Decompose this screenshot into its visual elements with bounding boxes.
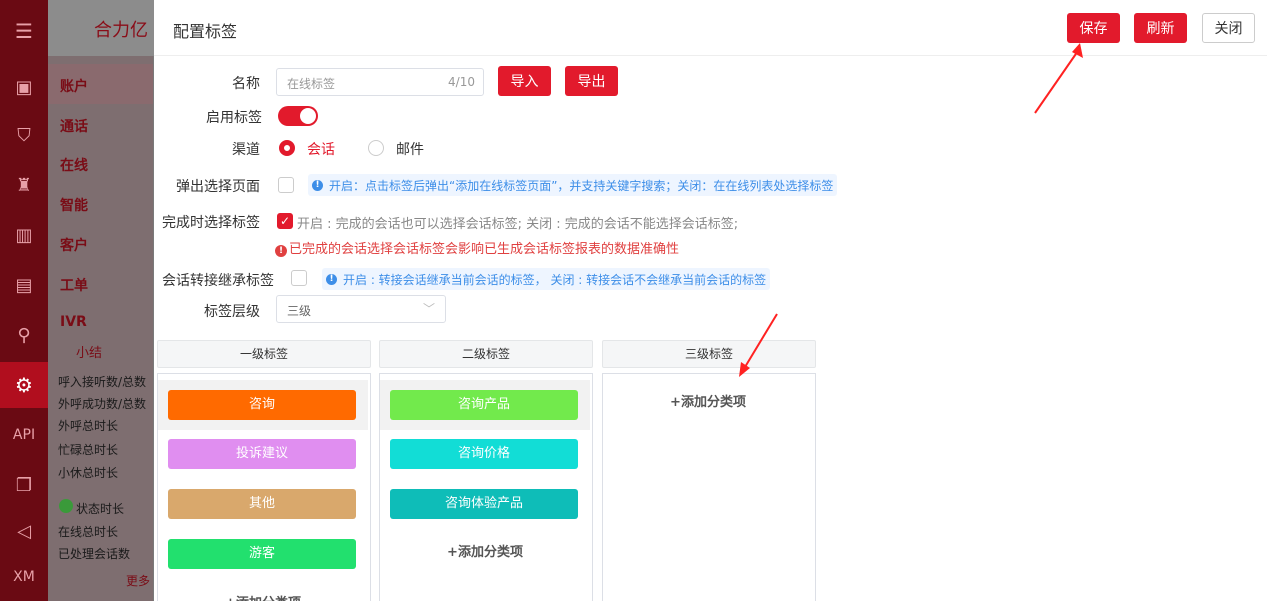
xm-nav[interactable]: XM [0,554,48,600]
status-ok-icon [59,499,73,513]
refresh-button[interactable]: 刷新 [1134,13,1187,43]
info-icon: ! [326,273,337,285]
org-tree-icon[interactable]: ⚲ [0,312,48,358]
channel-email-label[interactable]: 邮件 [396,139,424,159]
monitor-icon[interactable]: ▣ [0,64,48,110]
bg-stat: 外呼成功数/总数 [58,397,147,411]
book-icon[interactable]: ❐ [0,462,48,508]
name-label: 名称 [232,76,260,92]
switch-knob [300,108,316,124]
drawer-header: 配置标签 保存 刷新 关闭 [154,0,1267,56]
bg-stat: 在线总时长 [58,525,119,539]
tag-item[interactable]: 咨询产品 [390,390,578,420]
megaphone-icon[interactable]: ◁ [0,508,48,554]
tag-level-label: 标签层级 [204,304,260,320]
channel-email-radio[interactable] [368,140,384,156]
bg-stat: 状态时长 [76,502,125,516]
bg-nav-customer: 客户 [60,238,88,254]
bg-summary-title: 小结 [76,346,103,361]
tag-item[interactable]: 投诉建议 [168,439,356,469]
channel-label: 渠道 [232,142,260,158]
tag-item[interactable]: 咨询 [168,390,356,420]
bg-stat: 小休总时长 [58,466,119,480]
popup-select-label: 弹出选择页面 [176,179,260,195]
close-button[interactable]: 关闭 [1202,13,1255,43]
annotation-arrow-save [1034,43,1083,114]
warning-icon: ! [275,245,287,257]
level1-header: 一级标签 [157,340,371,368]
channel-chat-radio[interactable] [279,140,295,156]
complete-select-desc: 开启 : 完成的会话也可以选择会话标签; 关闭 : 完成的会话不能选择会话标签; [297,217,739,232]
tag-level-select[interactable]: 三级 ﹀ [276,295,446,323]
bg-more-link: 更多 [126,574,151,588]
bg-stat: 外呼总时长 [58,419,119,433]
complete-select-checkbox[interactable]: ✓ [277,213,293,229]
gear-icon[interactable]: ⚙ [0,362,48,408]
add-category-button[interactable]: +添加分类项 [380,541,590,560]
bar-chart-icon[interactable]: ▥ [0,212,48,258]
drawer-title: 配置标签 [173,22,238,41]
tag-item[interactable]: 其他 [168,489,356,519]
enable-tag-switch[interactable] [278,106,318,126]
popup-select-checkbox[interactable] [278,177,294,193]
config-tag-drawer: 配置标签 保存 刷新 关闭 名称 在线标签 4/10 导入 导出 启用标签 渠道… [154,0,1267,601]
level3-list: +添加分类项 [602,373,816,601]
complete-select-label: 完成时选择标签 [162,215,260,231]
background-title: 合力亿 [94,20,148,41]
level2-header: 二级标签 [379,340,593,368]
chat-icon[interactable]: ▤ [0,262,48,308]
bg-stat: 已处理会话数 [58,547,131,561]
add-category-button[interactable]: +添加分类项 [158,592,368,601]
transfer-inherit-label: 会话转接继承标签 [162,273,274,289]
api-nav[interactable]: API [0,412,48,458]
bg-nav-ticket: 工单 [60,278,88,294]
transfer-inherit-tip: ! 开启 : 转接会话继承当前会话的标签， 关闭 : 转接会话不会继承当前会话的标… [322,268,771,290]
transfer-inherit-tip-text: 开启 : 转接会话继承当前会话的标签， 关闭 : 转接会话不会继承当前会话的标签 [343,272,767,287]
tag-item[interactable]: 咨询价格 [390,439,578,469]
bg-nav-ivr: IVR [60,314,87,330]
annotation-arrow-level3 [739,313,778,377]
bg-nav-account: 账户 [60,79,88,95]
tag-item[interactable]: 咨询体验产品 [390,489,578,519]
tag-item[interactable]: 游客 [168,539,356,569]
tag-level-value: 三级 [287,304,312,318]
bg-nav-call: 通话 [60,119,88,135]
channel-chat-label[interactable]: 会话 [307,139,335,159]
popup-select-tip: ! 开启：点击标签后弹出“添加在线标签页面”，并支持关键字搜索；关闭：在在线列表处… [308,174,838,196]
name-input-placeholder: 在线标签 [287,77,336,91]
import-button[interactable]: 导入 [498,66,551,96]
add-category-button[interactable]: +添加分类项 [603,391,813,410]
icon-rail: ☰ ▣ ⛉ ♜ ▥ ▤ ⚲ ⚙ API ❐ ◁ XM [0,0,48,601]
name-input[interactable]: 在线标签 4/10 [276,68,484,96]
bg-nav-online: 在线 [60,158,88,174]
transfer-inherit-checkbox[interactable] [291,270,307,286]
export-button[interactable]: 导出 [565,66,618,96]
bg-nav-smart: 智能 [60,198,88,214]
info-icon: ! [312,179,323,191]
robot-icon[interactable]: ♜ [0,162,48,208]
bg-stat: 忙碌总时长 [58,443,119,457]
save-button[interactable]: 保存 [1067,13,1120,43]
menu-icon[interactable]: ☰ [0,8,48,54]
enable-tag-label: 启用标签 [206,110,262,126]
bg-stat: 呼入接听数/总数 [58,375,147,389]
name-char-count: 4/10 [448,75,475,89]
popup-select-tip-text: 开启：点击标签后弹出“添加在线标签页面”，并支持关键字搜索；关闭：在在线列表处选… [329,178,834,193]
complete-select-warning: ! 已完成的会话选择会话标签会影响已生成会话标签报表的数据准确性 [275,238,679,257]
level2-list: 咨询产品 咨询价格 咨询体验产品 +添加分类项 [379,373,593,601]
complete-select-warning-text: 已完成的会话选择会话标签会影响已生成会话标签报表的数据准确性 [289,242,680,257]
level1-list: 咨询 投诉建议 其他 游客 +添加分类项 [157,373,371,601]
shield-icon[interactable]: ⛉ [0,112,48,158]
chevron-down-icon: ﹀ [422,302,435,316]
